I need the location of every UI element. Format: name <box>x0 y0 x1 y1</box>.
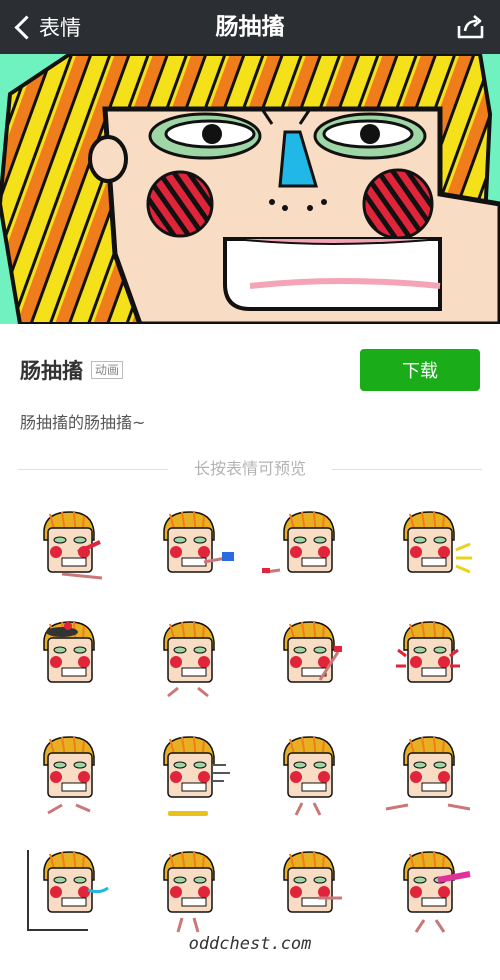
sticker-item[interactable] <box>378 840 478 940</box>
sticker-item[interactable] <box>18 840 118 940</box>
sticker-item[interactable] <box>138 725 238 825</box>
sticker-item[interactable] <box>18 725 118 825</box>
sticker-banner <box>0 54 500 324</box>
back-button[interactable]: 表情 <box>12 10 81 44</box>
package-title: 肠抽搐 动画 <box>20 355 124 385</box>
sticker-item[interactable] <box>258 500 358 600</box>
sticker-character-icon <box>403 511 472 574</box>
sticker-character-icon <box>283 851 342 913</box>
sticker-character-icon <box>43 511 103 580</box>
sticker-character-icon <box>385 736 471 811</box>
watermark: oddchest.com <box>188 934 312 954</box>
sticker-item[interactable] <box>18 610 118 710</box>
sticker-character-icon <box>43 621 95 683</box>
sticker-character-icon <box>283 736 335 816</box>
sticker-character-icon <box>27 850 109 931</box>
preview-divider: 长按表情可预览 <box>18 460 482 478</box>
sticker-character-icon <box>163 736 230 816</box>
sticker-character-icon <box>283 621 342 683</box>
back-label: 表情 <box>39 16 81 40</box>
share-icon[interactable] <box>456 12 486 42</box>
sticker-item[interactable] <box>138 840 238 940</box>
sticker-character-icon <box>163 511 234 573</box>
sticker-character-icon <box>396 621 460 683</box>
sticker-item[interactable] <box>378 610 478 710</box>
divider-line-right <box>332 469 482 470</box>
sticker-item[interactable] <box>378 725 478 825</box>
download-button[interactable]: 下载 <box>360 349 480 391</box>
sticker-item[interactable] <box>18 500 118 600</box>
sticker-character-icon <box>43 736 95 815</box>
animation-tag: 动画 <box>91 361 124 379</box>
sticker-item[interactable] <box>378 500 478 600</box>
sticker-character-icon <box>163 851 215 933</box>
package-description: 肠抽搐的肠抽搐~ <box>20 413 146 432</box>
nav-bar: 表情 肠抽搐 <box>0 0 500 54</box>
chevron-left-icon <box>14 14 39 40</box>
sticker-item[interactable] <box>258 840 358 940</box>
sticker-item[interactable] <box>258 725 358 825</box>
sticker-item[interactable] <box>138 500 238 600</box>
sticker-item[interactable] <box>258 610 358 710</box>
sticker-character-icon <box>262 511 335 574</box>
package-name: 肠抽搐 <box>20 359 83 383</box>
sticker-item[interactable] <box>138 610 238 710</box>
banner-illustration <box>0 54 500 324</box>
sticker-character-icon <box>403 851 471 933</box>
sticker-character-icon <box>163 621 215 698</box>
